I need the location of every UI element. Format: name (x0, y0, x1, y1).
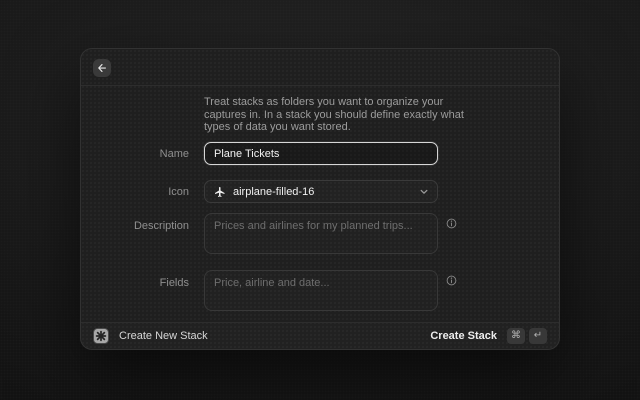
icon-dropdown-value: airplane-filled-16 (233, 186, 314, 198)
create-stack-action[interactable]: Create Stack ⌘ ↵ (430, 328, 547, 344)
icon-dropdown[interactable]: airplane-filled-16 (204, 180, 438, 203)
action-bar: Create New Stack Create Stack ⌘ ↵ (81, 322, 559, 349)
form-row-icon: Icon airplane-filled-16 (81, 180, 559, 203)
footer-app-info: Create New Stack (93, 328, 208, 344)
name-input[interactable] (204, 142, 438, 165)
fields-textarea[interactable] (204, 270, 438, 311)
info-icon (446, 275, 457, 311)
stacks-app-icon (93, 328, 109, 344)
chevron-down-icon (420, 189, 428, 195)
form-row-fields: Fields (81, 270, 559, 311)
name-label: Name (81, 148, 189, 160)
description-textarea[interactable] (204, 213, 438, 254)
fields-label: Fields (81, 270, 189, 311)
dialog-header (81, 49, 559, 86)
back-button[interactable] (93, 59, 111, 77)
command-key-icon: ⌘ (507, 328, 525, 344)
arrow-left-icon (97, 63, 107, 73)
footer-app-title: Create New Stack (119, 330, 208, 342)
intro-text: Treat stacks as folders you want to orga… (204, 96, 466, 134)
return-key-icon: ↵ (529, 328, 547, 344)
form-row-description: Description (81, 213, 559, 254)
form-row-name: Name (81, 142, 559, 165)
description-label: Description (81, 213, 189, 254)
icon-label: Icon (81, 186, 189, 198)
create-stack-dialog: Treat stacks as folders you want to orga… (80, 48, 560, 350)
create-stack-label: Create Stack (430, 330, 497, 342)
airplane-icon (214, 186, 226, 198)
dialog-body: Treat stacks as folders you want to orga… (81, 86, 559, 322)
desktop-backdrop: Treat stacks as folders you want to orga… (0, 0, 640, 400)
info-icon (446, 218, 457, 254)
